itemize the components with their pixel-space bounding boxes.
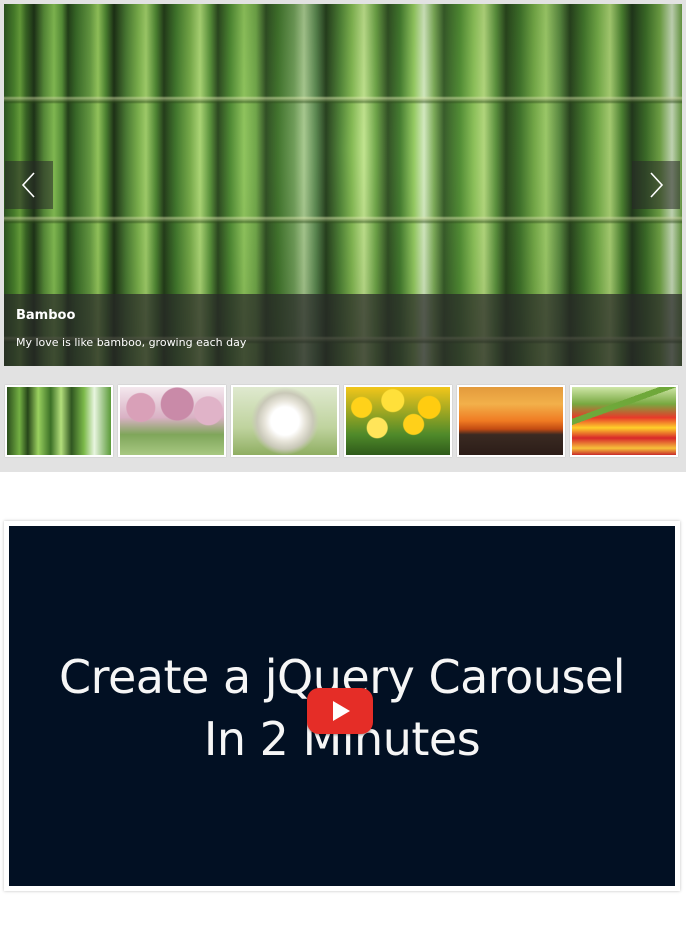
video-embed: Create a jQuery Carousel In 2 Minutes bbox=[4, 521, 680, 891]
slide-caption: Bamboo My love is like bamboo, growing e… bbox=[4, 294, 682, 366]
chevron-right-icon bbox=[650, 172, 664, 198]
carousel-next-button[interactable] bbox=[632, 161, 680, 209]
active-thumbnail-pointer bbox=[52, 369, 66, 376]
image-carousel: Bamboo My love is like bamboo, growing e… bbox=[0, 0, 686, 472]
thumbnail-dandelion[interactable] bbox=[231, 385, 339, 457]
slide-description: My love is like bamboo, growing each day bbox=[16, 336, 247, 349]
slide-title: Bamboo bbox=[16, 308, 76, 323]
thumbnail-daffodils[interactable] bbox=[344, 385, 452, 457]
video-player[interactable]: Create a jQuery Carousel In 2 Minutes bbox=[9, 526, 675, 886]
thumbnail-strip bbox=[0, 369, 686, 468]
carousel-prev-button[interactable] bbox=[5, 161, 53, 209]
carousel-slide[interactable]: Bamboo My love is like bamboo, growing e… bbox=[4, 4, 682, 366]
thumbnail-bamboo[interactable] bbox=[5, 385, 113, 457]
thumbnail-tulip-field[interactable] bbox=[570, 385, 678, 457]
thumbnail-cherry-blossom-trees[interactable] bbox=[118, 385, 226, 457]
thumbnail-sunset[interactable] bbox=[457, 385, 565, 457]
play-icon bbox=[333, 701, 350, 721]
chevron-left-icon bbox=[21, 172, 35, 198]
play-button[interactable] bbox=[307, 688, 373, 734]
